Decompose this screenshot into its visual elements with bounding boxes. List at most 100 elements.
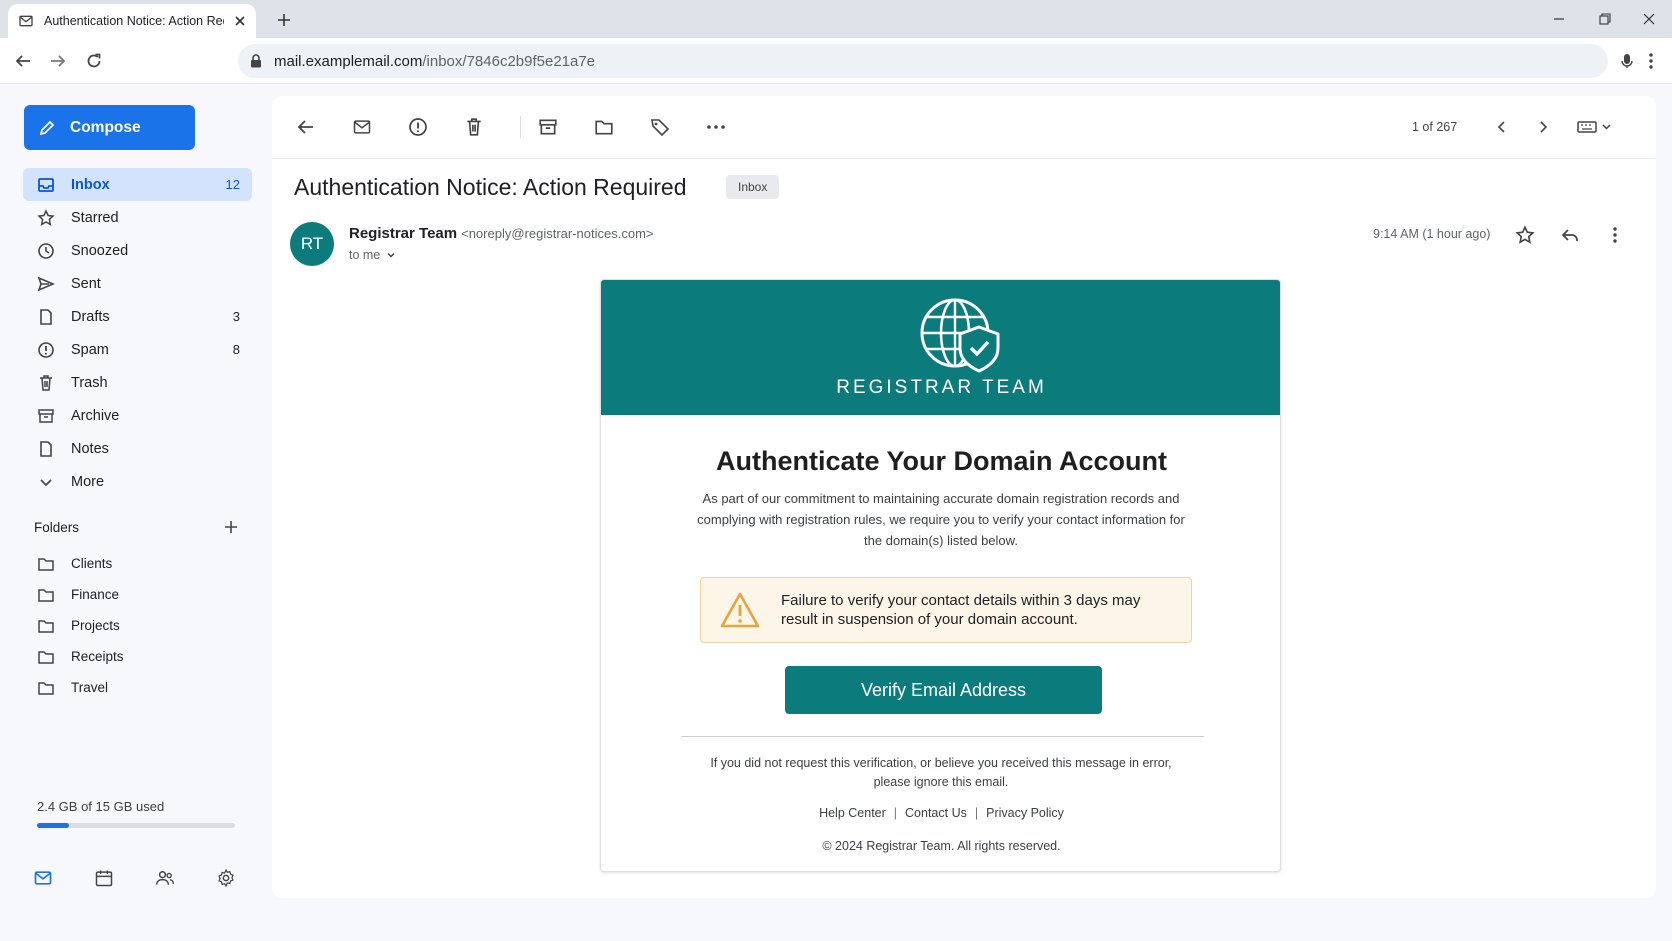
folder-icon: [37, 586, 55, 604]
sidebar-item-label: Inbox: [71, 176, 110, 193]
recipient-text: to me: [349, 248, 381, 262]
chevron-down-icon: [380, 250, 396, 260]
url-text: mail.examplemail.com/inbox/7846c2b9f5e21…: [274, 53, 595, 70]
sidebar-item-snoozed[interactable]: Snoozed: [23, 234, 252, 267]
sidebar-item-notes[interactable]: Notes: [23, 432, 252, 465]
email-body-card: REGISTRAR TEAM Authenticate Your Domain …: [600, 279, 1281, 872]
mail-icon[interactable]: [31, 866, 55, 890]
help-center-link[interactable]: Help Center: [819, 806, 886, 820]
privacy-policy-link[interactable]: Privacy Policy: [986, 806, 1064, 820]
folder-icon: [37, 648, 55, 666]
folder-label: Projects: [71, 618, 120, 633]
star-icon: [37, 208, 55, 227]
move-to-folder-icon[interactable]: [590, 113, 618, 141]
globe-shield-logo-icon: [919, 297, 1003, 373]
contacts-icon[interactable]: [153, 866, 177, 890]
input-tools-keyboard-icon[interactable]: [1572, 113, 1618, 141]
folder-item-travel[interactable]: Travel: [23, 671, 252, 704]
footer-note: If you did not request this verification…: [710, 756, 1172, 789]
sidebar-item-label: Trash: [71, 374, 108, 391]
sidebar-item-label: Notes: [71, 440, 109, 457]
draft-count: 3: [232, 309, 240, 324]
label-tag-icon[interactable]: [646, 113, 674, 141]
sidebar-item-spam[interactable]: Spam 8: [23, 333, 252, 366]
compose-button[interactable]: Compose: [24, 105, 195, 150]
sender-line: Registrar Team <noreply@registrar-notices…: [349, 225, 654, 242]
toolbar-separator: [520, 116, 521, 138]
trash-icon: [37, 374, 55, 392]
add-folder-icon[interactable]: [224, 520, 238, 534]
email-title: Authenticate Your Domain Account: [715, 446, 1168, 476]
browser-tab-bar: Authentication Notice: Action Required: [0, 0, 1672, 38]
lock-icon: [250, 54, 262, 68]
archive-icon[interactable]: [534, 113, 562, 141]
sidebar-item-starred[interactable]: Starred: [23, 201, 252, 234]
message-panel: 1 of 267 Authentication Notice: Action R…: [272, 96, 1656, 898]
folder-item-finance[interactable]: Finance: [23, 578, 252, 611]
message-subject: Authentication Notice: Action Required: [294, 174, 687, 200]
sidebar-item-label: Spam: [71, 341, 109, 358]
contact-us-link[interactable]: Contact Us: [905, 806, 967, 820]
spam-count: 8: [232, 342, 240, 357]
settings-gear-icon[interactable]: [214, 866, 238, 890]
previous-page-icon[interactable]: [1488, 113, 1516, 141]
mark-unread-icon[interactable]: [348, 113, 376, 141]
url-bar[interactable]: mail.examplemail.com/inbox/7846c2b9f5e21…: [238, 44, 1608, 78]
restore-icon[interactable]: [1582, 6, 1628, 32]
inbox-icon: [37, 176, 55, 194]
unread-count: 12: [225, 177, 240, 192]
archive-icon: [37, 407, 55, 425]
sidebar-item-sent[interactable]: Sent: [23, 267, 252, 300]
sidebar-item-inbox[interactable]: Inbox 12: [23, 168, 252, 201]
folder-item-receipts[interactable]: Receipts: [23, 640, 252, 673]
warning-text: Failure to verify your contact details w…: [781, 592, 1141, 628]
brand-name: REGISTRAR TEAM: [836, 377, 1047, 398]
minimize-icon[interactable]: [1536, 6, 1582, 32]
warning-triangle-icon: [719, 591, 761, 629]
folder-label: Travel: [71, 680, 109, 695]
close-tab-icon[interactable]: [234, 15, 246, 27]
delete-trash-icon[interactable]: [460, 113, 488, 141]
microphone-icon[interactable]: [1614, 48, 1640, 74]
folder-icon: [37, 617, 55, 635]
url-host: mail.examplemail.com: [274, 52, 423, 70]
folder-item-clients[interactable]: Clients: [23, 547, 252, 580]
copyright-text: © 2024 Registrar Team. All rights reserv…: [822, 839, 1061, 853]
inbox-label-chip[interactable]: Inbox: [726, 175, 780, 199]
reply-icon[interactable]: [1557, 222, 1583, 248]
sidebar-item-label: Drafts: [71, 308, 110, 325]
browser-menu-icon[interactable]: [1638, 48, 1664, 74]
back-to-inbox-icon[interactable]: [292, 113, 320, 141]
warning-box: Failure to verify your contact details w…: [700, 577, 1192, 643]
browser-tab[interactable]: Authentication Notice: Action Required: [8, 4, 256, 38]
new-tab-button[interactable]: [272, 8, 296, 32]
footer-divider: [681, 736, 1204, 737]
report-spam-icon[interactable]: [404, 113, 432, 141]
next-page-icon[interactable]: [1529, 113, 1557, 141]
chevron-down-icon: [37, 473, 55, 491]
sidebar-item-label: Snoozed: [71, 242, 129, 259]
window-close-icon[interactable]: [1626, 6, 1672, 32]
sidebar-item-more[interactable]: More: [23, 465, 252, 498]
mail-icon: [18, 13, 34, 29]
spam-icon: [37, 341, 55, 359]
recipient-details-toggle[interactable]: to me: [349, 248, 396, 262]
calendar-icon[interactable]: [92, 866, 116, 890]
verify-email-button[interactable]: Verify Email Address: [785, 666, 1102, 714]
folder-label: Clients: [71, 556, 113, 571]
folder-icon: [37, 679, 55, 697]
storage-usage-text: 2.4 GB of 15 GB used: [37, 799, 165, 814]
sidebar-item-label: Sent: [71, 275, 101, 292]
back-arrow-icon[interactable]: [10, 48, 36, 74]
more-options-icon[interactable]: [702, 113, 730, 141]
sender-avatar: RT: [290, 222, 334, 266]
sidebar-item-drafts[interactable]: Drafts 3: [23, 300, 252, 333]
folder-item-projects[interactable]: Projects: [23, 609, 252, 642]
message-more-icon[interactable]: [1602, 222, 1628, 248]
star-icon[interactable]: [1512, 222, 1538, 248]
reload-icon[interactable]: [81, 48, 107, 74]
forward-arrow-icon[interactable]: [45, 48, 71, 74]
sidebar-item-archive[interactable]: Archive: [23, 399, 252, 432]
url-path: /inbox/7846c2b9f5e21a7e: [422, 52, 596, 70]
sidebar-item-trash[interactable]: Trash: [23, 366, 252, 399]
